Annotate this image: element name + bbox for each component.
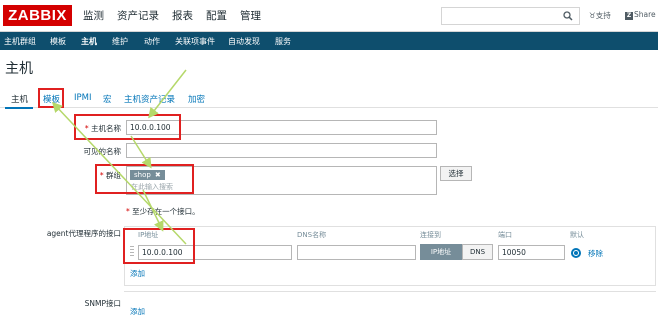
snmp-divider xyxy=(124,291,656,292)
search-input[interactable] xyxy=(441,7,580,25)
col-dns-header: DNS名称 xyxy=(297,231,327,239)
tab-ipmi[interactable]: IPMI xyxy=(74,93,91,103)
annotation-box-hostname xyxy=(74,114,181,140)
support-link[interactable]: ♉支持 xyxy=(589,10,611,21)
subnav-actions[interactable]: 动作 xyxy=(144,36,160,47)
share-icon: Z xyxy=(625,12,633,20)
search-icon[interactable] xyxy=(563,11,573,21)
top-menu: 监测 资产记录 报表 配置 管理 xyxy=(83,8,274,24)
subnav-host-groups[interactable]: 主机群组 xyxy=(4,36,36,47)
dns-name-field[interactable] xyxy=(297,245,416,260)
page-title: 主机 xyxy=(5,61,33,77)
zabbix-logo[interactable]: ZABBIX xyxy=(3,5,72,26)
select-groups-button[interactable]: 选择 xyxy=(440,166,472,181)
col-port-header: 端口 xyxy=(498,231,512,239)
top-bar: ZABBIX 监测 资产记录 报表 配置 管理 ♉支持 Z Share xyxy=(0,0,658,32)
subnav-hosts[interactable]: 主机 xyxy=(81,36,97,47)
add-snmp-interface-link[interactable]: 添加 xyxy=(130,306,145,317)
sub-nav: 主机群组 模板 主机 维护 动作 关联项事件 自动发现 服务 xyxy=(0,32,658,50)
col-connect-header: 连接到 xyxy=(420,231,441,239)
headset-icon: ♉ xyxy=(589,11,596,20)
subnav-correlation[interactable]: 关联项事件 xyxy=(175,36,215,47)
annotation-box-templates-tab xyxy=(38,88,64,108)
subnav-discovery[interactable]: 自动发现 xyxy=(228,36,260,47)
subnav-maintenance[interactable]: 维护 xyxy=(112,36,128,47)
tab-macros[interactable]: 宏 xyxy=(103,93,112,105)
agent-interface-label: agent代理程序的接口 xyxy=(46,229,121,238)
connect-ip-toggle[interactable]: IP地址 xyxy=(420,244,462,260)
default-interface-radio[interactable] xyxy=(571,248,581,258)
subnav-templates[interactable]: 模板 xyxy=(50,36,66,47)
connect-dns-toggle[interactable]: DNS xyxy=(462,244,493,260)
subnav-services[interactable]: 服务 xyxy=(275,36,291,47)
tab-bar: 主机 模板 IPMI 宏 主机资产记录 加密 xyxy=(0,88,658,108)
snmp-interface-label: SNMP接口 xyxy=(84,299,121,308)
remove-interface-link[interactable]: 移除 xyxy=(588,248,603,259)
share-link[interactable]: Z Share xyxy=(625,10,656,20)
menu-reports[interactable]: 报表 xyxy=(172,8,193,24)
menu-inventory[interactable]: 资产记录 xyxy=(117,8,159,24)
menu-configuration[interactable]: 配置 xyxy=(206,8,227,24)
menu-administration[interactable]: 管理 xyxy=(240,8,261,24)
menu-monitoring[interactable]: 监测 xyxy=(83,8,104,24)
add-agent-interface-link[interactable]: 添加 xyxy=(130,268,145,279)
min-interface-note: * 至少存在一个接口。 xyxy=(126,207,200,216)
col-default-header: 默认 xyxy=(570,231,584,239)
port-field[interactable]: 10050 xyxy=(498,245,565,260)
visible-name-field[interactable] xyxy=(126,143,437,158)
tab-encryption[interactable]: 加密 xyxy=(188,93,205,105)
tab-host[interactable]: 主机 xyxy=(11,93,28,105)
annotation-box-groups xyxy=(95,164,194,194)
visible-name-label: 可见的名称 xyxy=(83,147,122,156)
tab-inventory[interactable]: 主机资产记录 xyxy=(124,93,175,105)
annotation-box-ip-address xyxy=(123,228,195,264)
